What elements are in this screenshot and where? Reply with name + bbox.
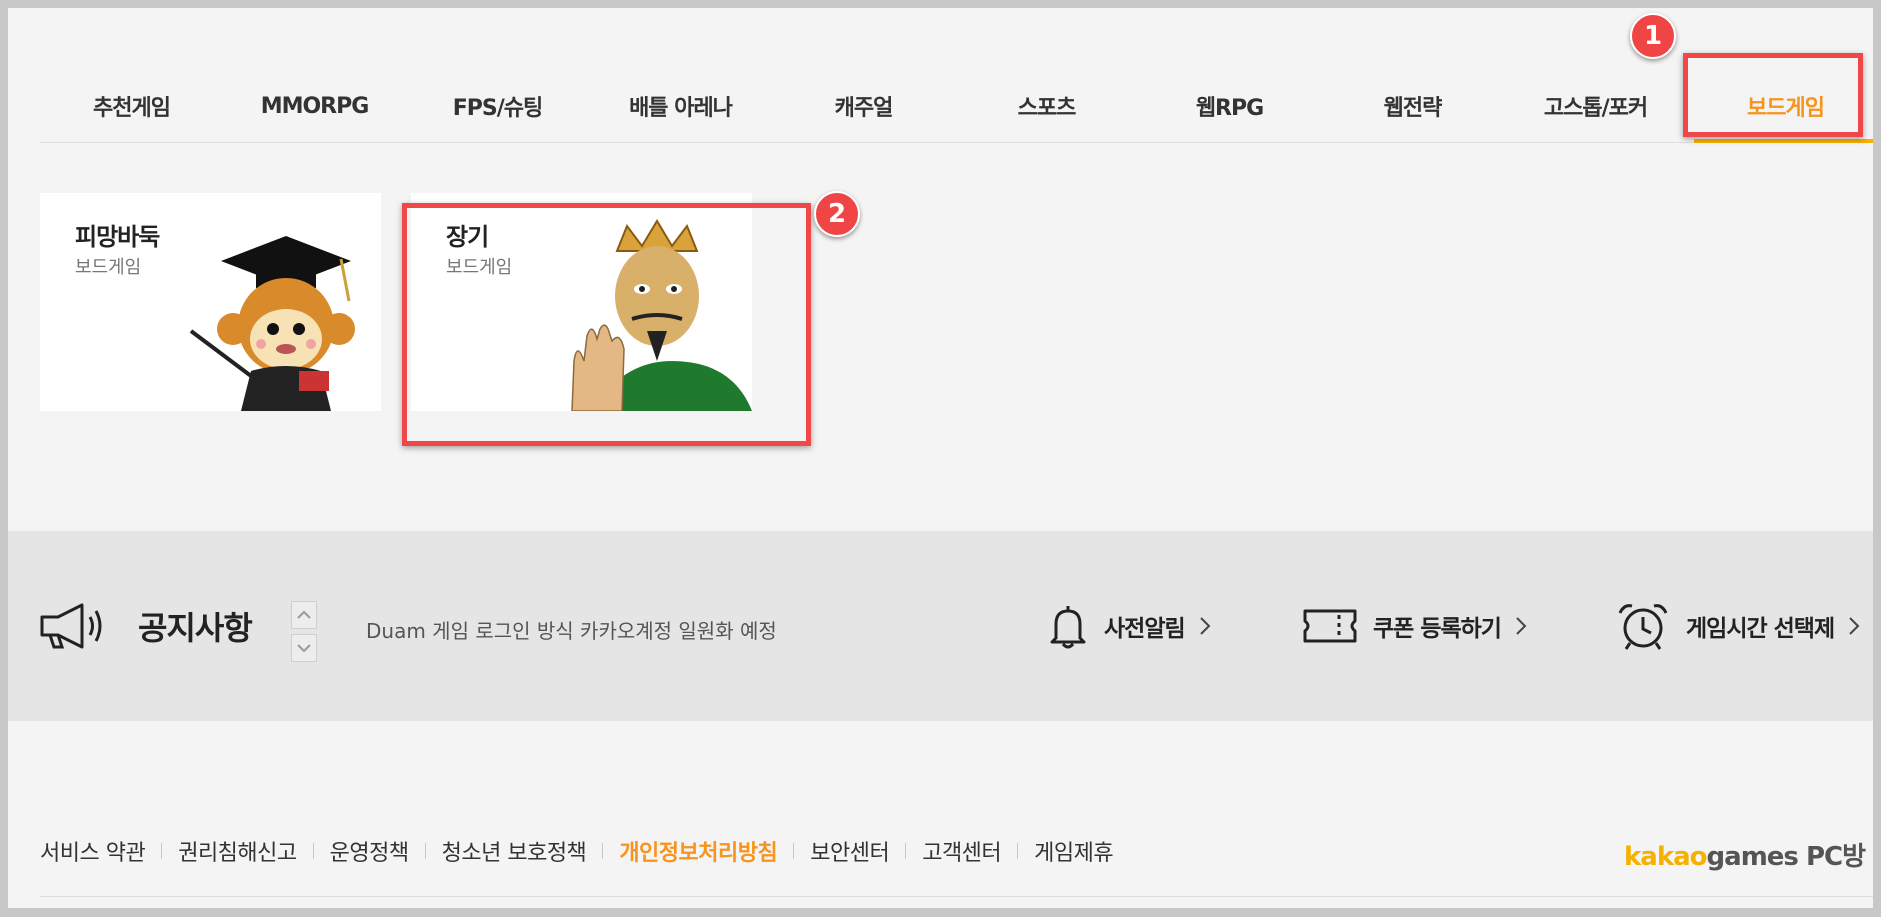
notice-text-link[interactable]: Duam 게임 로그인 방식 카카오계정 일원화 예정	[366, 615, 777, 644]
brand-logo[interactable]: kakaogames PC방	[1623, 836, 1866, 873]
footer-separator	[424, 843, 426, 859]
annotation-marker-1: 1	[1630, 13, 1676, 59]
chevron-right-icon	[1199, 617, 1211, 635]
footer-divider	[40, 896, 1873, 897]
footer-link-operation-policy[interactable]: 운영정책	[330, 835, 409, 867]
tab-casual[interactable]: 캐주얼	[772, 70, 955, 142]
footer-link-terms[interactable]: 서비스 약관	[40, 835, 146, 867]
tab-web-strategy[interactable]: 웹전략	[1321, 70, 1504, 142]
tab-recommended[interactable]: 추천게임	[40, 70, 223, 142]
monkey-mascot-icon	[189, 236, 355, 411]
ticket-icon	[1303, 609, 1357, 643]
chevron-up-icon	[297, 610, 311, 619]
footer-link-rights-report[interactable]: 권리침해신고	[178, 835, 297, 867]
chevron-down-icon	[297, 644, 311, 653]
quick-link-coupon[interactable]: 쿠폰 등록하기	[1303, 601, 1527, 651]
footer-separator	[905, 843, 907, 859]
tab-sports[interactable]: 스포츠	[955, 70, 1138, 142]
quick-link-playtime-label: 게임시간 선택제	[1686, 616, 1835, 642]
annotation-marker-2: 2	[814, 191, 860, 237]
footer-link-security-center[interactable]: 보안센터	[810, 835, 889, 867]
notice-prev-button[interactable]	[291, 601, 317, 629]
game-genre: 보드게임	[75, 257, 142, 278]
quick-link-alert-label: 사전알림	[1104, 616, 1186, 642]
annotation-box-janggi	[402, 203, 811, 446]
category-tabs: 추천게임 MMORPG FPS/슈팅 배틀 아레나 캐주얼 스포츠 웹RPG 웹…	[40, 70, 1873, 143]
footer-link-customer-center[interactable]: 고객센터	[922, 835, 1001, 867]
notice-title: 공지사항	[138, 609, 253, 647]
page: 추천게임 MMORPG FPS/슈팅 배틀 아레나 캐주얼 스포츠 웹RPG 웹…	[8, 8, 1873, 908]
game-card-baduk[interactable]: 피망바둑 보드게임	[40, 193, 381, 411]
game-title: 피망바둑	[75, 223, 160, 251]
footer-separator	[312, 843, 314, 859]
tab-mmorpg[interactable]: MMORPG	[223, 70, 406, 142]
footer-link-youth-protection[interactable]: 청소년 보호정책	[442, 835, 587, 867]
footer-separator	[793, 843, 795, 859]
footer-separator	[1017, 843, 1019, 859]
annotation-box-board-game-tab	[1683, 53, 1863, 137]
footer-link-partnership[interactable]: 게임제휴	[1034, 835, 1113, 867]
quick-link-alert[interactable]: 사전알림	[1048, 601, 1211, 651]
tab-battle-arena[interactable]: 배틀 아레나	[589, 70, 772, 142]
notice-next-button[interactable]	[291, 634, 317, 662]
quick-link-coupon-label: 쿠폰 등록하기	[1373, 616, 1502, 642]
chevron-right-icon	[1516, 617, 1527, 635]
footer-separator	[161, 843, 163, 859]
quick-link-playtime[interactable]: 게임시간 선택제	[1616, 601, 1860, 651]
notice-bar: 공지사항 Duam 게임 로그인 방식 카카오계정 일원화 예정 사전알림 쿠폰…	[8, 531, 1873, 721]
footer-separator	[602, 843, 604, 859]
tab-web-rpg[interactable]: 웹RPG	[1138, 70, 1321, 142]
brand-logo-kakao: kakao	[1623, 842, 1708, 872]
megaphone-icon	[40, 603, 102, 649]
footer-link-privacy[interactable]: 개인정보처리방침	[619, 835, 777, 867]
tab-gostop-poker[interactable]: 고스톱/포커	[1504, 70, 1687, 142]
alarm-clock-icon	[1618, 604, 1668, 650]
tab-fps[interactable]: FPS/슈팅	[406, 70, 589, 142]
chevron-right-icon	[1849, 617, 1860, 635]
bell-icon	[1050, 606, 1086, 649]
brand-logo-games: games PC방	[1706, 842, 1866, 872]
footer-links: 서비스 약관 권리침해신고 운영정책 청소년 보호정책 개인정보처리방침 보안센…	[40, 835, 1114, 867]
